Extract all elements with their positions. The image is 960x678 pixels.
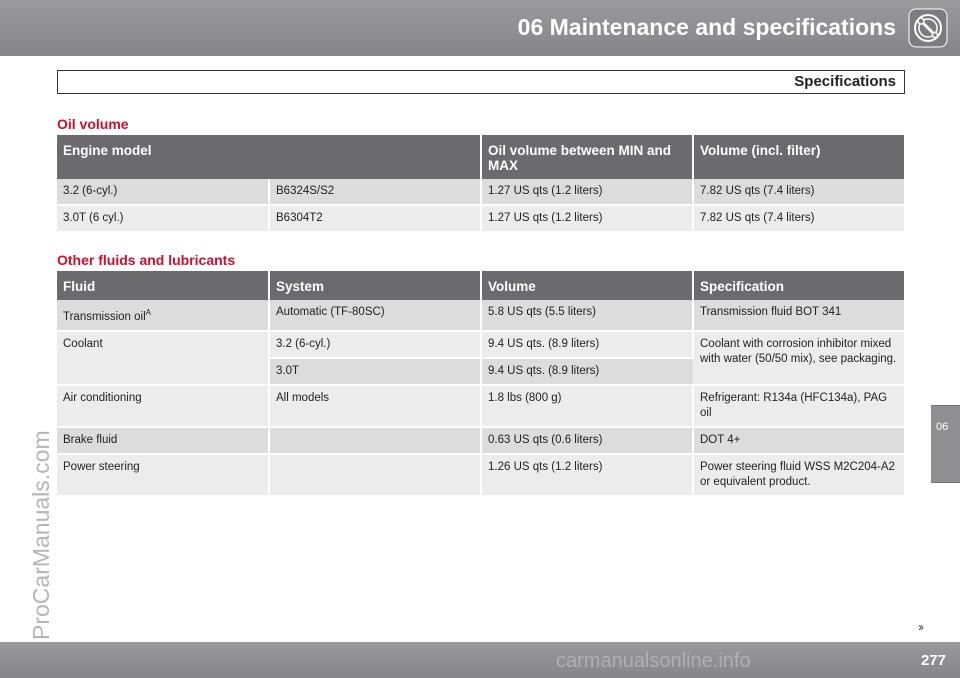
table-row: Brake fluid 0.63 US qts (0.6 liters) DOT… [57,426,904,455]
fluid-cell: Brake fluid [57,426,270,455]
oil-volume-table: Engine model Oil volume between MIN and … [57,135,905,233]
spec-cell: DOT 4+ [693,426,904,455]
volume-cell: 9.4 US qts. (8.9 liters) [481,330,694,359]
section-title: Specifications [794,73,896,90]
header-engine-model: Engine model [57,135,483,179]
spec-cell: Refrigerant: R134a (HFC134a), PAG oil [693,384,904,428]
header-system: System [269,271,482,300]
table-row: Air conditioning All models 1.8 lbs (800… [57,384,904,428]
header-oil-between: Oil volume between MIN and MAX [481,135,695,179]
footer-bar [0,642,960,678]
chapter-title: 06 Maintenance and specifications [517,14,896,40]
table-row: Coolant 3.2 (6-cyl.) 9.4 US qts. (8.9 li… [57,330,904,386]
system-cell [269,453,482,497]
side-watermark: ProCarManuals.com [28,430,54,640]
chapter-side-tab[interactable] [931,405,960,483]
header-volume: Volume [481,271,694,300]
fluids-table: Fluid System Volume Specification Transm… [57,271,904,497]
page-number: 277 [920,652,946,669]
system-cell: Automatic (TF-80SC) [269,300,482,332]
between-cell: 1.27 US qts (1.2 liters) [481,205,695,233]
volume-cell: 0.63 US qts (0.6 liters) [481,426,694,455]
fluid-cell: Power steering [57,453,270,497]
spec-cell: Transmission fluid BOT 341 [693,300,904,332]
volume-cell: 9.4 US qts. (8.9 liters) [481,357,693,386]
section-header: Specifications [57,70,905,94]
volume-cell: 5.8 US qts (5.5 liters) [481,300,694,332]
fluid-cell: Transmission oilA [57,300,270,332]
table-header-row: Fluid System Volume Specification [57,271,904,300]
header-volume-incl-filter: Volume (incl. filter) [693,135,905,179]
system-cell: 3.0T [269,357,482,386]
spec-cell: Power steering fluid WSS M2C204-A2 or eq… [693,453,904,497]
fluid-cell: Coolant [57,330,270,386]
engine-cell: 3.2 (6-cyl.) [57,179,270,206]
chapter-side-tab-label: 06 [936,421,949,433]
volume-cell: 1.26 US qts (1.2 liters) [481,453,694,497]
system-cell [269,426,482,455]
table-row: Power steering 1.26 US qts (1.2 liters) … [57,453,904,497]
table-row: 3.2 (6-cyl.) B6324S/S2 1.27 US qts (1.2 … [57,179,905,206]
wrench-tool-icon [908,8,948,48]
fluid-cell: Air conditioning [57,384,270,428]
between-cell: 1.27 US qts (1.2 liters) [481,179,695,206]
spec-cell: Coolant with corrosion inhibitor mixed w… [693,330,904,386]
header-fluid: Fluid [57,271,270,300]
header-specification: Specification [693,271,904,300]
footer-watermark: carmanualsonline.info [556,650,751,672]
engine-code-cell: B6304T2 [269,205,483,233]
table-row: Transmission oilA Automatic (TF-80SC) 5.… [57,300,904,332]
volume-cell: 1.8 lbs (800 g) [481,384,694,428]
total-cell: 7.82 US qts (7.4 liters) [693,205,905,233]
system-cell: 3.2 (6-cyl.) [269,330,482,359]
oil-volume-heading: Oil volume [57,116,129,132]
engine-code-cell: B6324S/S2 [269,179,483,206]
table-header-row: Engine model Oil volume between MIN and … [57,135,905,179]
table-row: 3.0T (6 cyl.) B6304T2 1.27 US qts (1.2 l… [57,205,905,233]
engine-cell: 3.0T (6 cyl.) [57,205,270,233]
total-cell: 7.82 US qts (7.4 liters) [693,179,905,206]
next-page-arrows[interactable]: ›› [918,620,924,634]
system-cell: All models [269,384,482,428]
other-fluids-heading: Other fluids and lubricants [57,252,236,268]
footnote-marker: A [145,308,151,317]
